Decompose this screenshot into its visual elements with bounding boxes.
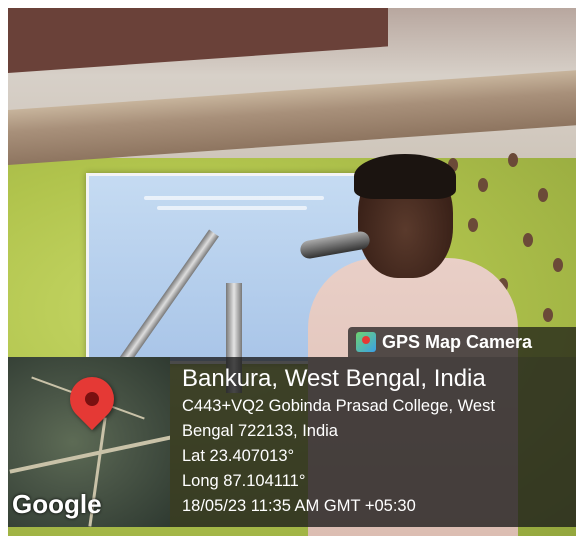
longitude: Long 87.104111° xyxy=(182,472,306,490)
speaker-hair xyxy=(354,154,456,199)
timestamp: 18/05/23 11:35 AM GMT +05:30 xyxy=(182,497,416,515)
slide-text xyxy=(157,206,307,210)
google-logo: Google xyxy=(12,489,102,519)
address-line-2: Bengal 722133, India xyxy=(182,422,338,440)
location-details: Bankura, West Bengal, India C443+VQ2 Gob… xyxy=(182,364,574,519)
app-badge: GPS Map Camera xyxy=(348,327,576,357)
map-thumbnail: Google xyxy=(8,357,170,527)
latitude: Lat 23.407013° xyxy=(182,447,295,465)
app-name: GPS Map Camera xyxy=(382,331,533,352)
gps-map-camera-icon xyxy=(356,332,376,352)
location-title: Bankura, West Bengal, India xyxy=(182,365,486,392)
location-pin-icon xyxy=(60,367,124,431)
slide-text xyxy=(144,196,324,200)
address-line-1: C443+VQ2 Gobinda Prasad College, West xyxy=(182,397,495,415)
